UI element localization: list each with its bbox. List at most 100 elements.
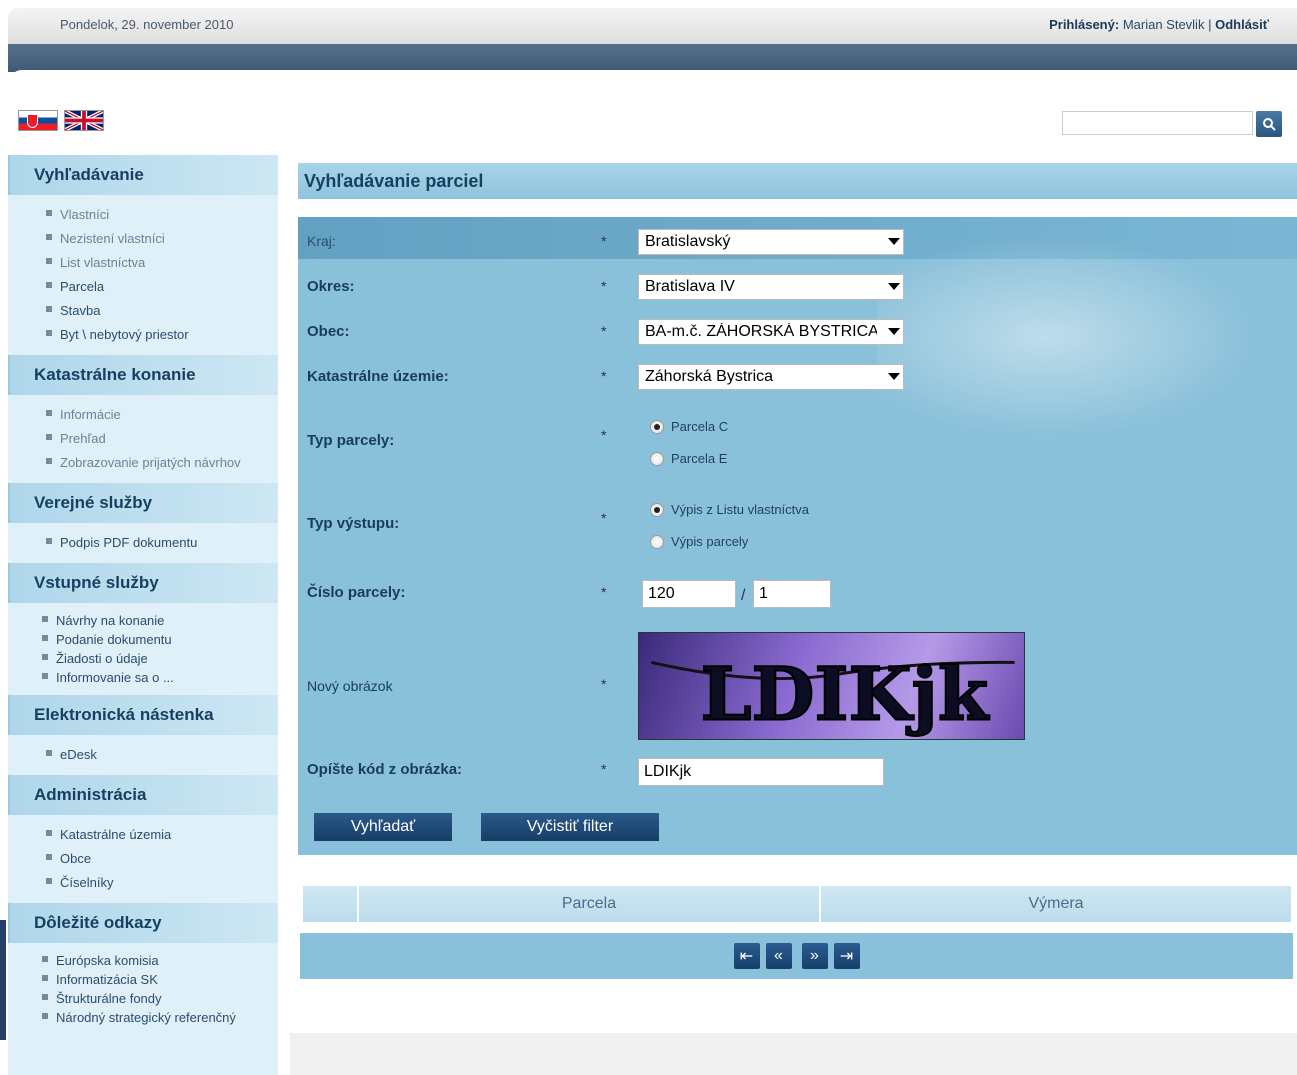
- next-page-icon[interactable]: »: [801, 943, 828, 969]
- sidebar-item-ciselniky[interactable]: Číselníky: [44, 871, 278, 895]
- flag-slovakia-icon[interactable]: [18, 110, 58, 131]
- sidebar-item-europska-komisia[interactable]: Európska komisia: [40, 951, 278, 970]
- page-title: Vyhľadávanie parciel: [298, 163, 1297, 199]
- kraj-select[interactable]: Bratislavský: [638, 229, 904, 255]
- first-page-icon[interactable]: ⇤: [733, 943, 760, 969]
- search-input[interactable]: [1062, 111, 1253, 135]
- obec-label: Obec:: [307, 323, 350, 340]
- required-mark: *: [601, 323, 607, 339]
- main-content: Vyhľadávanie parciel Kraj: * Bratislavsk…: [290, 155, 1297, 1033]
- sidebar-item-informovanie[interactable]: Informovanie sa o ...: [40, 668, 278, 687]
- pager: ⇤ « » ⇥: [300, 933, 1293, 979]
- sidebar-section-verejne-sluzby: Verejné služby: [8, 483, 278, 523]
- search-icon[interactable]: [1256, 111, 1282, 137]
- search-button[interactable]: Vyhľadať: [314, 813, 452, 841]
- required-mark: *: [601, 427, 607, 443]
- chevron-down-icon: [888, 283, 900, 290]
- column-header-parcela[interactable]: Parcela: [358, 885, 820, 923]
- sidebar-item-parcela[interactable]: Parcela: [44, 275, 278, 299]
- user-info: Prihlásený: Marian Stevlik | Odhlásiť: [1049, 17, 1269, 32]
- required-mark: *: [601, 761, 607, 777]
- results-table-header: Parcela Výmera: [302, 885, 1292, 923]
- column-header-vymera[interactable]: Výmera: [820, 885, 1292, 923]
- sidebar-item-podanie[interactable]: Podanie dokumentu: [40, 630, 278, 649]
- required-mark: *: [601, 368, 607, 384]
- radio-unselected-icon: [650, 534, 664, 549]
- sidebar-item-edesk[interactable]: eDesk: [44, 743, 278, 767]
- previous-page-icon[interactable]: «: [765, 943, 792, 969]
- chevron-down-icon: [888, 373, 900, 380]
- language-switcher: [18, 110, 104, 131]
- sidebar-section-vyhladavanie: Vyhľadávanie: [8, 155, 278, 195]
- obec-select[interactable]: BA-m.č. ZÁHORSKÁ BYSTRICA: [638, 319, 904, 345]
- required-mark: *: [601, 278, 607, 294]
- logout-link[interactable]: Odhlásiť: [1215, 17, 1269, 32]
- sidebar-item-navrhy[interactable]: Návrhy na konanie: [40, 611, 278, 630]
- sidebar-item-informacie[interactable]: Informácie: [44, 403, 278, 427]
- flag-uk-icon[interactable]: [64, 110, 104, 131]
- okres-value: Bratislava IV: [645, 278, 735, 295]
- typ-vystupu-label: Typ výstupu:: [307, 515, 400, 532]
- sidebar-item-strukturalne-fondy[interactable]: Štrukturálne fondy: [40, 989, 278, 1008]
- required-mark: *: [601, 510, 607, 526]
- cislo-parcely-sub-input[interactable]: 1: [753, 580, 831, 608]
- sidebar: Vyhľadávanie Vlastníci Nezistení vlastní…: [8, 155, 278, 1075]
- logged-label: Prihlásený:: [1049, 17, 1120, 32]
- sidebar-list-vyhladavanie: Vlastníci Nezistení vlastníci List vlast…: [8, 195, 278, 355]
- sidebar-item-zobrazovanie[interactable]: Zobrazovanie prijatých návrhov: [44, 451, 278, 475]
- last-page-icon[interactable]: ⇥: [833, 943, 860, 969]
- captcha-label[interactable]: Nový obrázok: [307, 678, 393, 694]
- sidebar-item-ziadosti[interactable]: Žiadosti o údaje: [40, 649, 278, 668]
- radio-selected-icon: [650, 419, 664, 434]
- radio-selected-icon: [650, 502, 664, 517]
- radio-unselected-icon: [650, 451, 664, 466]
- katastralne-uzemie-label: Katastrálne územie:: [307, 368, 449, 385]
- okres-select[interactable]: Bratislava IV: [638, 274, 904, 300]
- sidebar-section-elektronicka-nastenka: Elektronická nástenka: [8, 695, 278, 735]
- code-label: Opíšte kód z obrázka:: [307, 761, 463, 778]
- radio-vypis-lv[interactable]: Výpis z Listu vlastníctva: [650, 502, 809, 517]
- radio-parcela-c[interactable]: Parcela C: [650, 419, 728, 434]
- okres-label: Okres:: [307, 278, 355, 295]
- sidebar-section-vstupne-sluzby: Vstupné služby: [8, 563, 278, 603]
- sidebar-item-podpis-pdf[interactable]: Podpis PDF dokumentu: [44, 531, 278, 555]
- radio-vypis-parcely-label: Výpis parcely: [671, 534, 749, 549]
- globe-background-image: [877, 217, 1297, 457]
- radio-parcela-e[interactable]: Parcela E: [650, 451, 727, 466]
- column-header-empty[interactable]: [302, 885, 358, 923]
- sidebar-list-elektronicka-nastenka: eDesk: [8, 735, 278, 775]
- cislo-parcely-label: Číslo parcely:: [307, 584, 406, 601]
- user-name: Marian Stevlik: [1122, 17, 1205, 32]
- sidebar-list-administracia: Katastrálne územia Obce Číselníky: [8, 815, 278, 903]
- sidebar-item-narodny-strategicky[interactable]: Národný strategický referenčný: [40, 1008, 278, 1027]
- required-mark: *: [601, 233, 607, 249]
- sidebar-item-prehlad[interactable]: Prehľad: [44, 427, 278, 451]
- cislo-parcely-input[interactable]: 120: [642, 580, 736, 608]
- radio-vypis-parcely[interactable]: Výpis parcely: [650, 534, 748, 549]
- sidebar-item-nezisteni-vlastnici[interactable]: Nezistení vlastníci: [44, 227, 278, 251]
- katastralne-uzemie-select[interactable]: Záhorská Bystrica: [638, 364, 904, 390]
- code-input[interactable]: LDIKjk: [638, 758, 884, 786]
- sidebar-item-stavba[interactable]: Stavba: [44, 299, 278, 323]
- sidebar-item-vlastnici[interactable]: Vlastníci: [44, 203, 278, 227]
- kraj-label: Kraj:: [307, 233, 336, 249]
- sidebar-section-katastralne-konanie: Katastrálne konanie: [8, 355, 278, 395]
- required-mark: *: [601, 584, 607, 600]
- sidebar-item-byt[interactable]: Byt \ nebytový priestor: [44, 323, 278, 347]
- sidebar-item-list-vlastnictva[interactable]: List vlastníctva: [44, 251, 278, 275]
- sidebar-section-administracia: Administrácia: [8, 775, 278, 815]
- radio-parcela-e-label: Parcela E: [671, 451, 728, 466]
- sidebar-section-dolezite-odkazy: Dôležité odkazy: [8, 903, 278, 943]
- sidebar-list-dolezite-odkazy: Európska komisia Informatizácia SK Štruk…: [8, 943, 278, 1035]
- sidebar-item-katastralne-uzemia[interactable]: Katastrálne územia: [44, 823, 278, 847]
- captcha-text: LDIKjk: [700, 652, 989, 737]
- sidebar-item-informatizacia[interactable]: Informatizácia SK: [40, 970, 278, 989]
- clear-filter-button[interactable]: Vyčistiť filter: [481, 813, 659, 841]
- user-separator: |: [1208, 17, 1212, 32]
- katastralne-uzemie-value: Záhorská Bystrica: [645, 368, 774, 385]
- nav-bar: [8, 44, 1297, 72]
- sidebar-item-obce[interactable]: Obce: [44, 847, 278, 871]
- sidebar-list-vstupne-sluzby: Návrhy na konanie Podanie dokumentu Žiad…: [8, 603, 278, 695]
- captcha-image: LDIKjk: [638, 632, 1025, 740]
- sidebar-list-verejne-sluzby: Podpis PDF dokumentu: [8, 523, 278, 563]
